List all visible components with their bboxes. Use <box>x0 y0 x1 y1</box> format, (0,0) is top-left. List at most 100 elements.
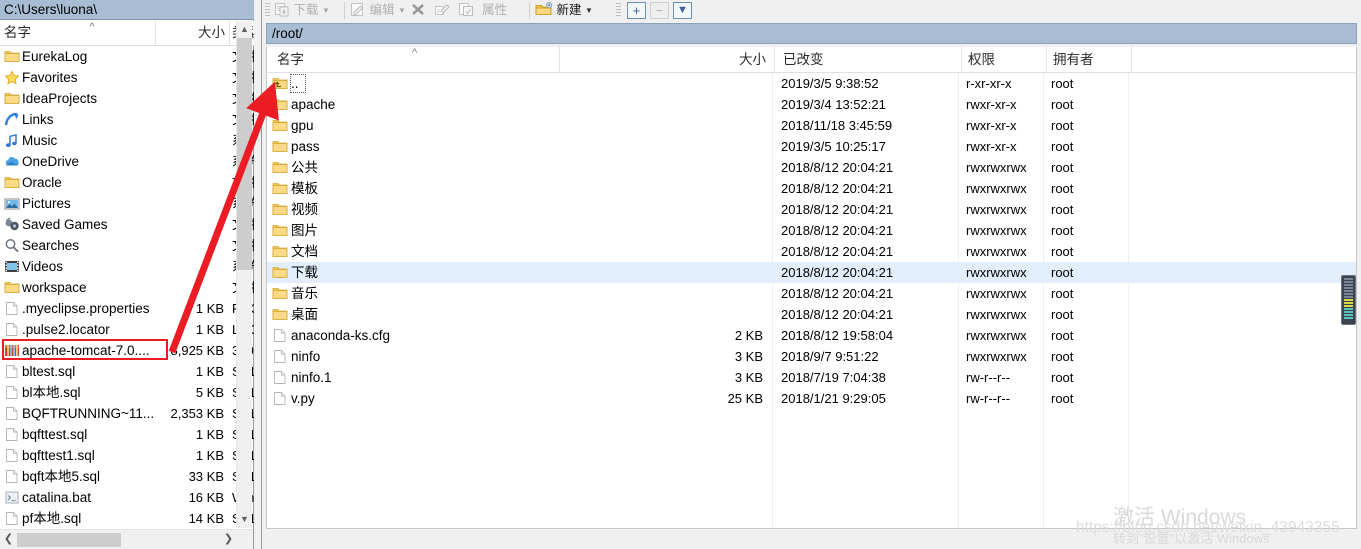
resource-gauge-widget[interactable] <box>1341 275 1356 325</box>
table-row[interactable]: IdeaProjects文件 <box>0 88 254 109</box>
horizontal-scroll-thumb[interactable] <box>17 533 121 547</box>
table-row[interactable]: catalina.bat16 KBWin <box>0 487 254 508</box>
local-horizontal-scrollbar[interactable]: ❮ ❯ <box>0 529 253 549</box>
table-row[interactable]: OneDrive系统 <box>0 151 254 172</box>
table-row[interactable]: 文档 2018/8/12 20:04:21 rwxrwxrwx root <box>267 241 1356 262</box>
remote-file-modified: 2018/8/12 19:58:04 <box>781 328 894 343</box>
remote-file-name: anaconda-ks.cfg <box>291 328 391 343</box>
local-column-size[interactable]: 大小 <box>158 21 230 45</box>
table-row[interactable]: pf本地.sql14 KBSQL <box>0 508 254 528</box>
table-row[interactable]: Favorites文件 <box>0 67 254 88</box>
folder-icon <box>4 175 20 190</box>
folder-up-icon <box>272 76 288 91</box>
remote-file-permissions: rwxrwxrwx <box>966 328 1027 343</box>
download-button[interactable]: 下载 ▼ <box>274 1 330 20</box>
properties-button[interactable]: 属性 <box>482 1 507 20</box>
remote-file-owner: root <box>1051 223 1074 238</box>
table-row[interactable]: 模板 2018/8/12 20:04:21 rwxrwxrwx root <box>267 178 1356 199</box>
table-row[interactable]: 视频 2018/8/12 20:04:21 rwxrwxrwx root <box>267 199 1356 220</box>
remote-path-bar[interactable]: /root/ <box>266 23 1357 44</box>
local-column-name[interactable]: 名字 <box>4 21 156 45</box>
remote-file-owner: root <box>1051 76 1074 91</box>
rename-button[interactable]: x <box>434 1 451 20</box>
remote-file-owner: root <box>1051 202 1074 217</box>
remove-button[interactable]: − <box>650 2 669 19</box>
table-row[interactable]: Pictures系统 <box>0 193 254 214</box>
table-row[interactable]: Music系统 <box>0 130 254 151</box>
scroll-left-icon[interactable]: ❮ <box>0 530 17 549</box>
remote-column-name[interactable]: 名字 <box>277 47 560 72</box>
table-row[interactable]: apache 2019/3/4 13:52:21 rwxr-xr-x root <box>267 94 1356 115</box>
local-path-bar[interactable]: C:\Users\luona\ <box>0 0 254 20</box>
table-row[interactable]: bl本地.sql5 KBSQL <box>0 382 254 403</box>
local-file-list[interactable]: EurekaLog文件Favorites文件IdeaProjects文件Link… <box>0 46 254 528</box>
table-row[interactable]: Oracle文件 <box>0 172 254 193</box>
table-row[interactable]: EurekaLog文件 <box>0 46 254 67</box>
gauge-bars <box>1344 278 1353 320</box>
table-row[interactable]: bltest.sql1 KBSQL <box>0 361 254 382</box>
table-row[interactable]: .. 2019/3/5 9:38:52 r-xr-xr-x root <box>267 73 1356 94</box>
local-vertical-scrollbar[interactable]: ▲ ▼ <box>236 21 252 528</box>
table-row[interactable]: 下载 2018/8/12 20:04:21 rwxrwxrwx root <box>267 262 1356 283</box>
remote-file-list[interactable]: .. 2019/3/5 9:38:52 r-xr-xr-x root apache 201… <box>266 73 1357 529</box>
remote-file-modified: 2018/8/12 20:04:21 <box>781 286 894 301</box>
vertical-scroll-thumb[interactable] <box>237 38 252 270</box>
table-row[interactable]: .myeclipse.properties1 KBPRO <box>0 298 254 319</box>
table-row[interactable]: bqft本地5.sql33 KBSQL <box>0 466 254 487</box>
scroll-right-icon[interactable]: ❯ <box>220 530 237 549</box>
chevron-down-icon[interactable]: ▼ <box>322 6 330 15</box>
toolbar: 下载 ▼ 编辑 ▼ x 属性 新建 ▼ + − ▼ <box>262 0 1361 21</box>
copy-button[interactable] <box>458 1 475 20</box>
remote-column-size[interactable]: 大小 <box>560 47 775 72</box>
table-row[interactable]: anaconda-ks.cfg 2 KB 2018/8/12 19:58:04 rwx… <box>267 325 1356 346</box>
table-row[interactable]: Searches文件 <box>0 235 254 256</box>
table-row[interactable]: v.py 25 KB 2018/1/21 9:29:05 rw-r--r-- root <box>267 388 1356 409</box>
folder-icon <box>4 49 20 64</box>
filter-button[interactable]: ▼ <box>673 2 692 19</box>
table-row[interactable]: .pulse2.locator1 KBLOC <box>0 319 254 340</box>
table-row[interactable]: workspace文件 <box>0 277 254 298</box>
table-row[interactable]: pass 2019/3/5 10:25:17 rwxr-xr-x root <box>267 136 1356 157</box>
add-button[interactable]: + <box>627 2 646 19</box>
remote-file-modified: 2018/9/7 9:51:22 <box>781 349 879 364</box>
table-row[interactable]: gpu 2018/11/18 3:45:59 rwxr-xr-x root <box>267 115 1356 136</box>
table-row[interactable]: Saved Games文件 <box>0 214 254 235</box>
remote-file-permissions: rwxrwxrwx <box>966 202 1027 217</box>
new-folder-icon <box>535 1 556 17</box>
table-row[interactable]: 音乐 2018/8/12 20:04:21 rwxrwxrwx root <box>267 283 1356 304</box>
chevron-down-icon[interactable]: ▼ <box>585 6 593 15</box>
local-file-pane: C:\Users\luona\ 名字 ^ 大小 类型 EurekaLog文件Fa… <box>0 0 259 549</box>
remote-file-owner: root <box>1051 286 1074 301</box>
table-row[interactable]: bqfttest1.sql1 KBSQL <box>0 445 254 466</box>
scroll-up-icon[interactable]: ▲ <box>237 21 252 38</box>
new-button[interactable]: 新建 ▼ <box>535 1 593 20</box>
table-row[interactable]: Videos系统 <box>0 256 254 277</box>
delete-button[interactable] <box>410 1 426 20</box>
scroll-down-icon[interactable]: ▼ <box>237 511 252 528</box>
remote-column-permissions[interactable]: 权限 <box>962 47 1047 72</box>
pane-divider[interactable] <box>254 0 262 549</box>
remote-file-owner: root <box>1051 97 1074 112</box>
toolbar-grip[interactable] <box>265 3 270 18</box>
folder-icon <box>272 118 288 133</box>
table-row[interactable]: 公共 2018/8/12 20:04:21 rwxrwxrwx root <box>267 157 1356 178</box>
edit-button[interactable]: 编辑 ▼ <box>350 1 406 20</box>
remote-file-permissions: rwxrwxrwx <box>966 160 1027 175</box>
remote-file-name: 文档 <box>291 244 318 259</box>
toolbar-grip[interactable] <box>616 3 621 18</box>
table-row[interactable]: 图片 2018/8/12 20:04:21 rwxrwxrwx root <box>267 220 1356 241</box>
local-file-name: bl本地.sql <box>22 385 81 400</box>
remote-column-owner[interactable]: 拥有者 <box>1047 47 1132 72</box>
table-row[interactable]: BQFTRUNNING~11...2,353 KBSQL <box>0 403 254 424</box>
table-row[interactable]: ninfo 3 KB 2018/9/7 9:51:22 rwxrwxrwx root <box>267 346 1356 367</box>
table-row[interactable]: bqfttest.sql1 KBSQL <box>0 424 254 445</box>
batch-icon <box>4 490 20 505</box>
table-row[interactable]: Links文件 <box>0 109 254 130</box>
table-row[interactable]: ninfo.1 3 KB 2018/7/19 7:04:38 rw-r--r-- roo… <box>267 367 1356 388</box>
video-icon <box>4 259 20 274</box>
table-row[interactable]: 桌面 2018/8/12 20:04:21 rwxrwxrwx root <box>267 304 1356 325</box>
remote-column-modified[interactable]: 已改变 <box>777 47 962 72</box>
chevron-down-icon[interactable]: ▼ <box>398 6 406 15</box>
edit-label: 编辑 <box>369 3 395 17</box>
local-file-name: .pulse2.locator <box>22 322 110 337</box>
